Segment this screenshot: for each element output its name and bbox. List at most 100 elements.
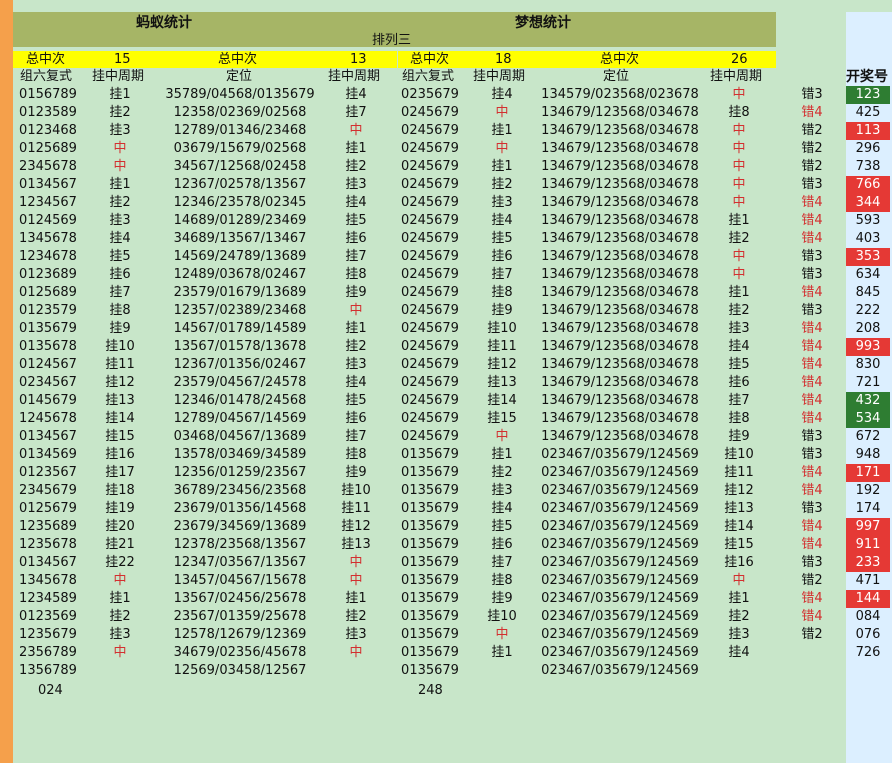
cell-r29-c3: 13567/02456/25678: [173, 591, 307, 606]
col-header-5: 组六复式: [402, 69, 455, 84]
cell-r30-c9: 错4: [801, 609, 823, 624]
cell-r4-c10: 296: [855, 141, 881, 156]
cell-r17-c6: 挂13: [487, 375, 517, 390]
cell-r26-c2: 挂21: [105, 537, 135, 552]
cell-r1-c9: 错3: [801, 87, 823, 102]
cell-r10-c5: 0245679: [401, 249, 459, 264]
cell-r18-c10: 432: [846, 392, 890, 410]
cell-r17-c1: 0234567: [19, 375, 77, 390]
cell-r1-c2: 挂1: [109, 87, 131, 102]
cell-r33-c3: 12569/03458/12567: [173, 663, 307, 678]
cell-r13-c8: 挂2: [728, 303, 750, 318]
cell-r31-c3: 12578/12679/12369: [173, 627, 307, 642]
cell-r33-c1: 1356789: [19, 663, 77, 678]
cell-r25-c5: 0135679: [401, 519, 459, 534]
cell-r4-c1: 0125689: [19, 141, 77, 156]
cell-r23-c5: 0135679: [401, 483, 459, 498]
cell-r26-c9: 错4: [801, 537, 823, 552]
cell-r20-c9: 错3: [801, 429, 823, 444]
cell-r5-c7: 134679/123568/034678: [541, 159, 699, 174]
totals-bar-right: [398, 51, 776, 68]
cell-r8-c5: 0245679: [401, 213, 459, 228]
footer-right: 248: [418, 683, 443, 698]
cell-r29-c7: 023467/035679/124569: [541, 591, 699, 606]
cell-r12-c9: 错4: [801, 285, 823, 300]
cell-r22-c4: 挂9: [345, 465, 367, 480]
cell-r3-c3: 12789/01346/23468: [173, 123, 307, 138]
cell-r15-c8: 挂4: [728, 339, 750, 354]
cell-r22-c8: 挂11: [724, 465, 754, 480]
cell-r16-c10: 830: [855, 357, 881, 372]
cell-r2-c2: 挂2: [109, 105, 131, 120]
cell-r7-c6: 挂3: [491, 195, 513, 210]
cell-r20-c3: 03468/04567/13689: [173, 429, 307, 444]
cell-r11-c5: 0245679: [401, 267, 459, 282]
cell-r11-c9: 错3: [801, 267, 823, 282]
cell-r11-c10: 634: [855, 267, 881, 282]
cell-r19-c1: 1245678: [19, 411, 77, 426]
cell-r27-c7: 023467/035679/124569: [541, 555, 699, 570]
cell-r28-c4: 中: [349, 573, 363, 588]
cell-r30-c3: 23567/01359/25678: [173, 609, 307, 624]
cell-r28-c3: 13457/04567/15678: [173, 573, 307, 588]
cell-r2-c3: 12358/02369/02568: [173, 105, 307, 120]
cell-r1-c7: 134579/023568/023678: [541, 87, 699, 102]
cell-r33-c7: 023467/035679/124569: [541, 663, 699, 678]
cell-r10-c1: 1234678: [19, 249, 77, 264]
cell-r21-c4: 挂8: [345, 447, 367, 462]
cell-r18-c4: 挂5: [345, 393, 367, 408]
cell-r24-c2: 挂19: [105, 501, 135, 516]
cell-r21-c10: 948: [855, 447, 881, 462]
cell-r32-c8: 挂4: [728, 645, 750, 660]
cell-r10-c10: 353: [846, 248, 890, 266]
cell-r17-c10: 721: [855, 375, 881, 390]
footer-left: 024: [38, 683, 63, 698]
cell-r25-c9: 错4: [801, 519, 823, 534]
cell-r28-c10: 471: [855, 573, 881, 588]
cell-r17-c3: 23579/04567/24578: [173, 375, 307, 390]
cell-r26-c6: 挂6: [491, 537, 513, 552]
cell-r14-c9: 错4: [801, 321, 823, 336]
cell-r21-c6: 挂1: [491, 447, 513, 462]
cell-r30-c8: 挂2: [728, 609, 750, 624]
cell-r23-c9: 错4: [801, 483, 823, 498]
total-value-3: 18: [495, 52, 512, 67]
cell-r24-c5: 0135679: [401, 501, 459, 516]
cell-r11-c7: 134679/123568/034678: [541, 267, 699, 282]
cell-r14-c10: 208: [855, 321, 881, 336]
col-header-6: 挂中周期: [473, 69, 526, 84]
cell-r21-c3: 13578/03469/34589: [173, 447, 307, 462]
cell-r31-c8: 挂3: [728, 627, 750, 642]
cell-r19-c8: 挂8: [728, 411, 750, 426]
cell-r22-c1: 0123567: [19, 465, 77, 480]
cell-r26-c4: 挂13: [341, 537, 371, 552]
cell-r32-c4: 中: [349, 645, 363, 660]
cell-r19-c9: 错4: [801, 411, 823, 426]
cell-r3-c6: 挂1: [491, 123, 513, 138]
cell-r10-c2: 挂5: [109, 249, 131, 264]
cell-r11-c4: 挂8: [345, 267, 367, 282]
cell-r29-c6: 挂9: [491, 591, 513, 606]
col-header-3: 定位: [226, 69, 253, 84]
cell-r32-c6: 挂1: [491, 645, 513, 660]
cell-r25-c4: 挂12: [341, 519, 371, 534]
cell-r7-c10: 344: [846, 194, 890, 212]
cell-r4-c8: 中: [732, 141, 746, 156]
cell-r31-c5: 0135679: [401, 627, 459, 642]
cell-r2-c10: 425: [855, 105, 881, 120]
cell-r4-c5: 0245679: [401, 141, 459, 156]
cell-r22-c5: 0135679: [401, 465, 459, 480]
cell-r21-c8: 挂10: [724, 447, 754, 462]
cell-r11-c2: 挂6: [109, 267, 131, 282]
cell-r4-c2: 中: [113, 141, 127, 156]
cell-r16-c3: 12367/01356/02467: [173, 357, 307, 372]
cell-r19-c4: 挂6: [345, 411, 367, 426]
cell-r28-c7: 023467/035679/124569: [541, 573, 699, 588]
cell-r3-c1: 0123468: [19, 123, 77, 138]
cell-r6-c5: 0245679: [401, 177, 459, 192]
cell-r16-c2: 挂11: [105, 357, 135, 372]
cell-r22-c2: 挂17: [105, 465, 135, 480]
cell-r10-c6: 挂6: [491, 249, 513, 264]
cell-r20-c1: 0134567: [19, 429, 77, 444]
cell-r24-c1: 0125679: [19, 501, 77, 516]
